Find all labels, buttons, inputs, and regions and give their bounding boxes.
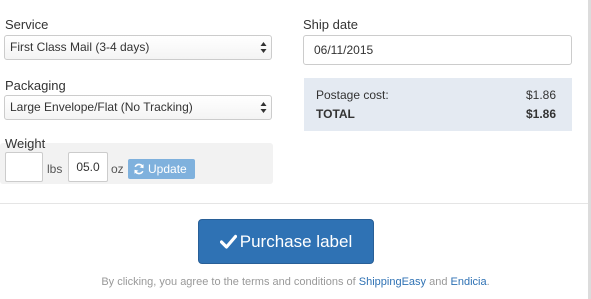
postage-cost-label: Postage cost: xyxy=(316,88,389,102)
weight-label: Weight xyxy=(5,136,46,151)
weight-lbs-unit: lbs xyxy=(47,162,63,176)
purchase-label-button[interactable]: Purchase label xyxy=(198,219,374,264)
packaging-selected-value: Large Envelope/Flat (No Tracking) xyxy=(10,100,193,114)
weight-lbs-input[interactable] xyxy=(5,152,43,182)
terms-suffix: . xyxy=(486,276,490,288)
terms-middle: and xyxy=(429,276,448,288)
total-row: TOTAL $1.86 xyxy=(316,107,556,121)
total-label: TOTAL xyxy=(316,107,355,121)
check-icon xyxy=(219,234,237,249)
divider xyxy=(0,203,591,204)
postage-cost-row: Postage cost: $1.86 xyxy=(316,88,556,102)
weight-oz-input[interactable]: 05.0 xyxy=(68,152,108,182)
service-select[interactable]: First Class Mail (3-4 days) xyxy=(4,35,272,60)
terms-notice: By clicking, you agree to the terms and … xyxy=(0,276,591,288)
total-value: $1.86 xyxy=(525,107,556,121)
cost-summary: Postage cost: $1.86 TOTAL $1.86 xyxy=(304,78,572,131)
packaging-select[interactable]: Large Envelope/Flat (No Tracking) xyxy=(4,95,272,120)
weight-oz-unit: oz xyxy=(111,162,124,176)
service-label: Service xyxy=(5,17,49,32)
purchase-label-text: Purchase label xyxy=(239,232,353,251)
update-button-label: Update xyxy=(148,162,187,176)
postage-cost-value: $1.86 xyxy=(525,88,556,102)
packaging-label: Packaging xyxy=(5,78,66,93)
terms-prefix: By clicking, you agree to the terms and … xyxy=(101,276,356,288)
shippingeasy-link[interactable]: ShippingEasy xyxy=(359,276,426,288)
service-selected-value: First Class Mail (3-4 days) xyxy=(10,40,150,54)
shipping-label-panel: Service First Class Mail (3-4 days) Pack… xyxy=(0,0,591,299)
ship-date-label: Ship date xyxy=(303,17,358,32)
select-arrows-icon xyxy=(260,102,267,113)
update-button[interactable]: Update xyxy=(128,159,195,179)
endicia-link[interactable]: Endicia xyxy=(451,276,487,288)
select-arrows-icon xyxy=(260,42,267,53)
refresh-icon xyxy=(134,163,144,175)
ship-date-input[interactable]: 06/11/2015 xyxy=(303,35,572,65)
